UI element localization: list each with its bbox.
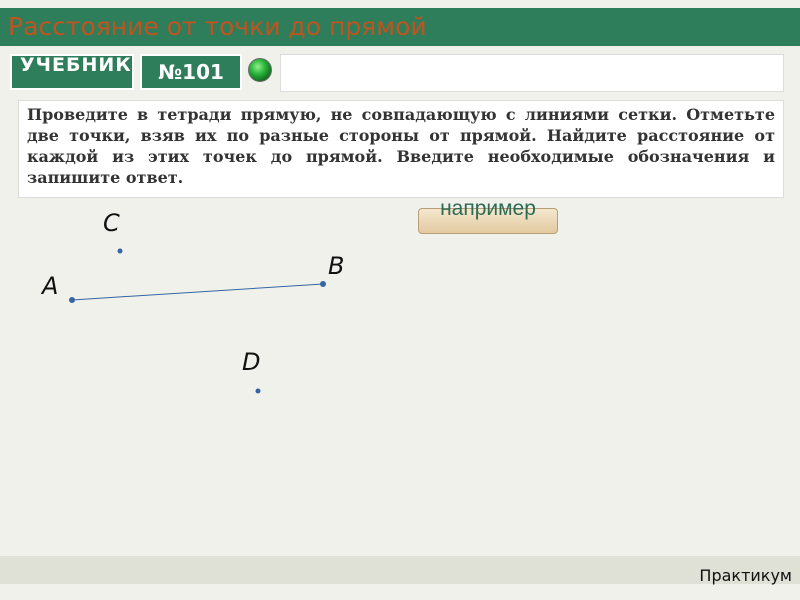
point-b [320,281,326,287]
geometry-canvas: A B C D [40,209,344,394]
page-title: Расстояние от точки до прямой [8,12,427,41]
point-d [255,388,261,394]
label-a: A [40,272,58,300]
status-indicator-icon[interactable] [248,58,272,82]
footer-bar [0,556,800,584]
task-text: Проведите в тетради прямую, не совпадающ… [27,105,775,187]
point-c [117,248,123,254]
task-panel: Проведите в тетради прямую, не совпадающ… [18,100,784,198]
task-number-badge: №101 [140,54,242,90]
textbook-button[interactable]: УЧЕБНИК [10,54,134,90]
line-ab [71,283,324,301]
label-b: B [328,252,344,280]
point-a [69,297,75,303]
answer-field[interactable] [280,54,784,92]
label-c: C [103,209,120,237]
footer-label: Практикум [699,566,792,585]
header-bar: Расстояние от точки до прямой [0,8,800,46]
label-d: D [242,348,260,376]
